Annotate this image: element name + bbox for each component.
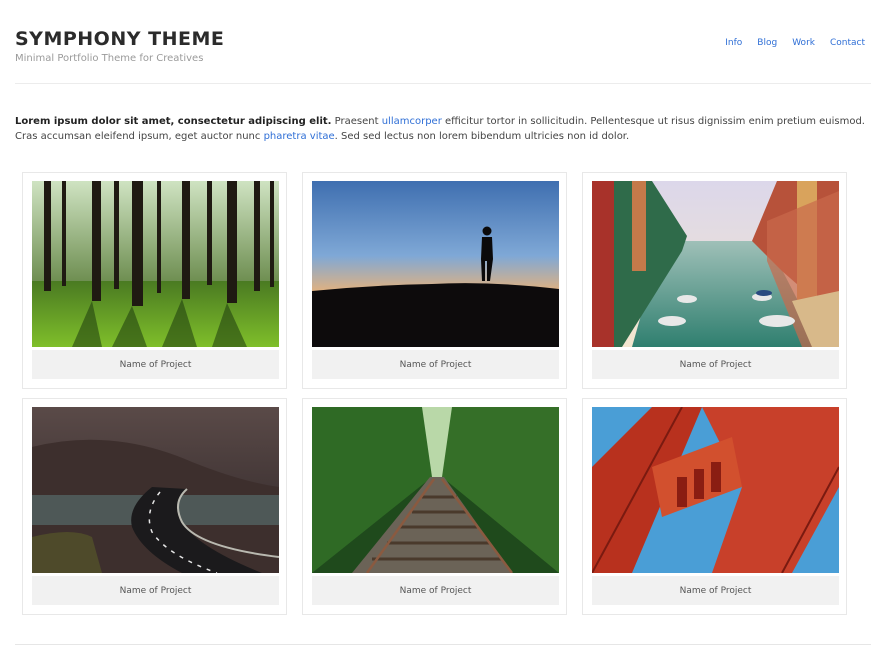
- intro-text: Praesent: [331, 116, 382, 127]
- site-tagline: Minimal Portfolio Theme for Creatives: [15, 53, 204, 64]
- intro-lead: Lorem ipsum dolor sit amet, consectetur …: [15, 116, 332, 127]
- portfolio-grid: Name of Project Name of Project Name of …: [22, 172, 848, 615]
- site-title[interactable]: SYMPHONY THEME: [15, 28, 224, 50]
- project-caption[interactable]: Name of Project: [312, 576, 559, 605]
- nav-link-contact[interactable]: Contact: [830, 38, 865, 48]
- project-thumbnail[interactable]: [312, 407, 559, 573]
- canal-boats-photo: [592, 181, 839, 347]
- intro-link-ullamcorper[interactable]: ullamcorper: [382, 116, 442, 127]
- footer-divider: [15, 644, 871, 645]
- project-caption[interactable]: Name of Project: [32, 350, 279, 379]
- project-thumbnail[interactable]: [592, 407, 839, 573]
- project-card[interactable]: Name of Project: [22, 398, 287, 615]
- project-caption[interactable]: Name of Project: [312, 350, 559, 379]
- nav-link-work[interactable]: Work: [792, 38, 815, 48]
- nav-link-info[interactable]: Info: [725, 38, 742, 48]
- project-card[interactable]: Name of Project: [22, 172, 287, 389]
- railway-tracks-photo: [312, 407, 559, 573]
- project-caption[interactable]: Name of Project: [32, 576, 279, 605]
- winding-road-photo: [32, 407, 279, 573]
- project-card[interactable]: Name of Project: [302, 172, 567, 389]
- project-caption[interactable]: Name of Project: [592, 576, 839, 605]
- project-card[interactable]: Name of Project: [582, 172, 847, 389]
- project-thumbnail[interactable]: [32, 181, 279, 347]
- header-divider: [15, 83, 871, 84]
- nav-link-blog[interactable]: Blog: [757, 38, 777, 48]
- project-thumbnail[interactable]: [592, 181, 839, 347]
- site-header: SYMPHONY THEME Minimal Portfolio Theme f…: [15, 28, 865, 84]
- project-card[interactable]: Name of Project: [302, 398, 567, 615]
- main-nav: Info Blog Work Contact: [725, 38, 865, 48]
- red-bridge-tower-photo: [592, 407, 839, 573]
- project-thumbnail[interactable]: [32, 407, 279, 573]
- sunset-silhouette-photo: [312, 181, 559, 347]
- project-caption[interactable]: Name of Project: [592, 350, 839, 379]
- intro-paragraph: Lorem ipsum dolor sit amet, consectetur …: [15, 114, 871, 144]
- forest-photo: [32, 181, 279, 347]
- project-card[interactable]: Name of Project: [582, 398, 847, 615]
- intro-link-pharetra[interactable]: pharetra vitae: [264, 131, 335, 142]
- intro-text: . Sed sed lectus non lorem bibendum ultr…: [334, 131, 630, 142]
- project-thumbnail[interactable]: [312, 181, 559, 347]
